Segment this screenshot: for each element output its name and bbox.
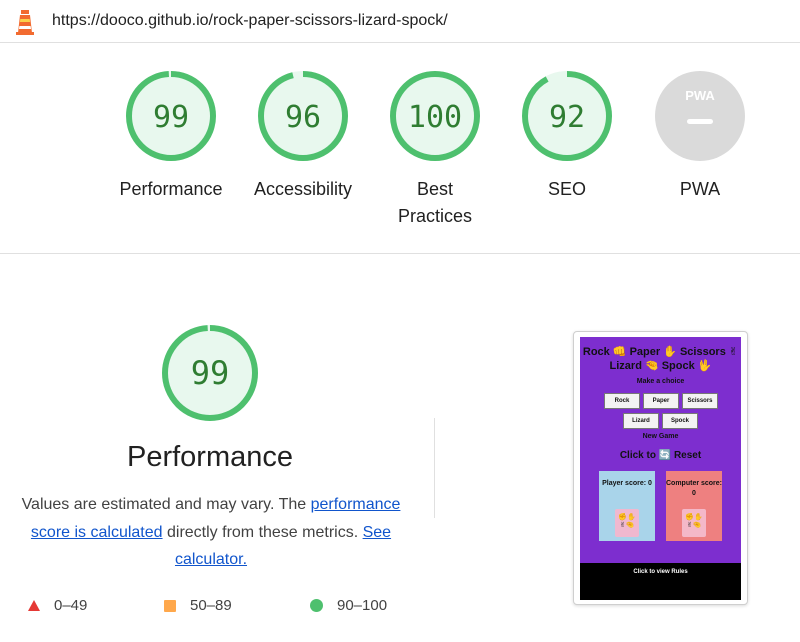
performance-score-ring: 99: [162, 325, 258, 421]
lighthouse-icon: [16, 10, 34, 35]
gauge-label: Performance: [119, 179, 223, 199]
thumb-player-hand: ✊✋ ✌🤏: [615, 509, 639, 537]
category-gauges: 99 Performance 96 Accessibility 100 Best…: [0, 44, 800, 254]
score-value: 100: [408, 100, 462, 135]
pwa-badge: PWA: [655, 71, 745, 161]
legend-pass: 90–100: [310, 597, 387, 614]
square-icon: [164, 599, 176, 612]
thumb-player-label: Player score: 0: [602, 480, 652, 487]
thumb-spock-button: Spock: [662, 413, 698, 429]
thumb-computer-hand: ✊✋ ✌🤏: [682, 509, 706, 537]
thumb-paper-button: Paper: [643, 393, 679, 409]
score-ring: 96: [258, 71, 348, 161]
thumb-reset: Click to 🔄 Reset: [619, 450, 702, 461]
performance-section: 99 Performance Values are estimated and …: [0, 255, 800, 642]
gauge-accessibility[interactable]: 96 Accessibility: [238, 70, 368, 203]
thumb-new-game: New Game: [642, 433, 679, 440]
thumb-lizard-button: Lizard: [623, 413, 659, 429]
score-value: 99: [153, 100, 189, 135]
pwa-dash-icon: [687, 119, 713, 124]
gauge-pwa[interactable]: PWA PWA: [635, 70, 765, 203]
score-ring: 100: [390, 71, 480, 161]
desc-text: Values are estimated and may vary. The: [21, 496, 311, 513]
score-value: 96: [285, 100, 321, 135]
gauge-label: Accessibility: [253, 179, 353, 199]
url-bar: https://dooco.github.io/rock-paper-sciss…: [0, 0, 800, 43]
gauge-label: SEO: [547, 179, 586, 199]
score-value: 92: [549, 100, 585, 135]
page-url[interactable]: https://dooco.github.io/rock-paper-sciss…: [52, 12, 448, 30]
legend-average: 50–89: [164, 597, 232, 614]
score-legend: 0–49 50–89 90–100: [0, 597, 420, 617]
legend-range: 50–89: [190, 597, 232, 614]
hand-icon: ✊✋ ✌🤏: [685, 514, 703, 529]
thumb-player-card: Player score: 0 ✊✋ ✌🤏: [599, 471, 655, 541]
circle-icon: [310, 599, 323, 612]
performance-title: Performance: [126, 441, 293, 473]
thumb-footer: Click to view Rules: [580, 563, 741, 600]
thumb-title: Rock 👊 Paper ✋ Scissors ✌ Lizard 🤏 Spock…: [582, 346, 739, 372]
score-ring: 92: [522, 71, 612, 161]
performance-score-value: 99: [191, 354, 230, 392]
legend-range: 90–100: [337, 597, 388, 614]
thumb-computer-card: Computer score: 0 ✊✋ ✌🤏: [666, 471, 722, 541]
gauge-best-practices[interactable]: 100 Best Practices: [370, 70, 500, 230]
gauge-label: PWA: [679, 179, 721, 199]
section-divider: [434, 418, 435, 518]
thumb-subtitle: Make a choice: [636, 378, 685, 385]
thumb-scissors-button: Scissors: [682, 393, 718, 409]
thumb-rock-button: Rock: [604, 393, 640, 409]
gauge-seo[interactable]: 92 SEO: [502, 70, 632, 203]
gauge-label: Best Practices: [397, 179, 473, 226]
hand-icon: ✊✋ ✌🤏: [618, 514, 636, 529]
final-screenshot[interactable]: Rock 👊 Paper ✋ Scissors ✌ Lizard 🤏 Spock…: [573, 331, 748, 605]
screenshot-image: Rock 👊 Paper ✋ Scissors ✌ Lizard 🤏 Spock…: [580, 337, 741, 600]
thumb-computer-label: Computer score: 0: [666, 480, 723, 497]
pwa-badge-text: PWA: [685, 88, 715, 103]
desc-text: directly from these metrics.: [162, 523, 363, 541]
triangle-icon: [28, 600, 40, 611]
performance-description: Values are estimated and may vary. The p…: [8, 491, 414, 574]
score-ring: 99: [126, 71, 216, 161]
legend-range: 0–49: [54, 597, 88, 614]
gauge-performance[interactable]: 99 Performance: [106, 70, 236, 203]
legend-fail: 0–49: [28, 597, 87, 614]
